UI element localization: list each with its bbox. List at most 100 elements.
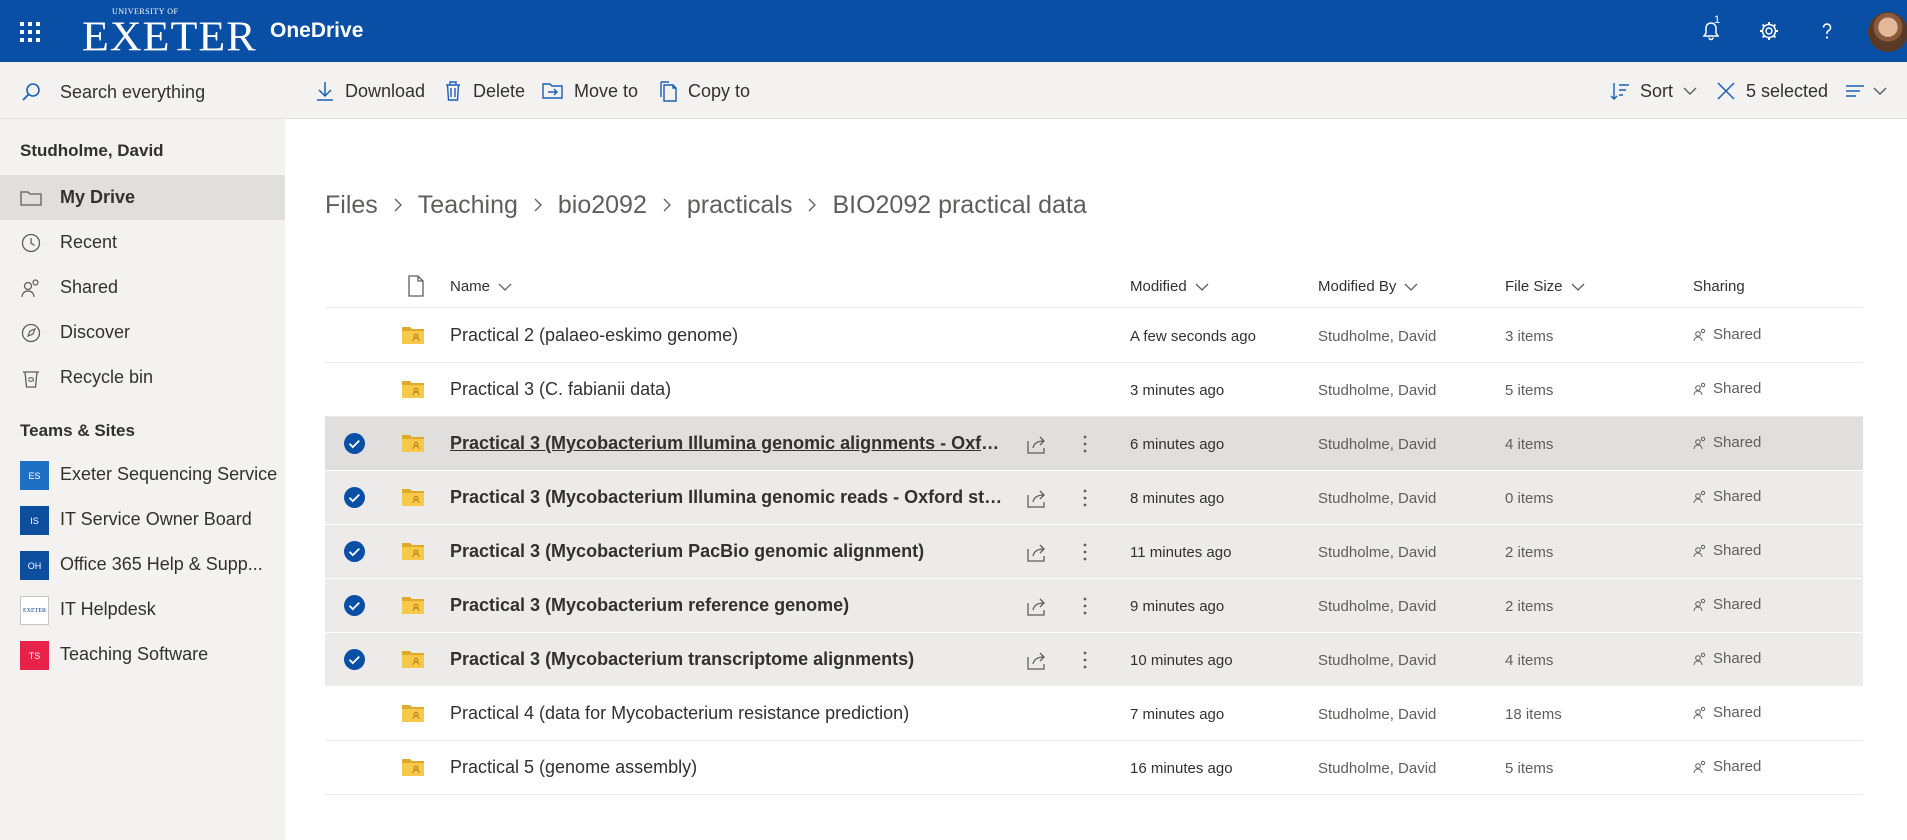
sidebar-site-exeter-sequencing[interactable]: ES Exeter Sequencing Service — [0, 452, 285, 497]
exeter-logo[interactable]: UNIVERSITY OF EXETER — [82, 3, 256, 59]
sidebar-item-discover[interactable]: Discover — [0, 310, 285, 355]
file-size: 5 items — [1505, 382, 1554, 399]
modified-by[interactable]: Studholme, David — [1318, 598, 1436, 615]
view-options-button[interactable] — [1845, 76, 1887, 106]
checkmark-circle-icon[interactable] — [343, 648, 366, 671]
sidebar-site-office-365-help[interactable]: OH Office 365 Help & Supp... — [0, 542, 285, 587]
file-name-link[interactable]: Practical 5 (genome assembly) — [450, 757, 697, 778]
checkmark-circle-icon[interactable] — [343, 432, 366, 455]
download-button[interactable]: Download — [315, 76, 425, 106]
file-name-link[interactable]: Practical 3 (Mycobacterium transcriptome… — [450, 649, 914, 670]
file-type-column-header[interactable] — [399, 275, 425, 297]
modified-by[interactable]: Studholme, David — [1318, 544, 1436, 561]
sidebar-item-my-drive[interactable]: My Drive — [0, 175, 285, 220]
modified-by[interactable]: Studholme, David — [1318, 436, 1436, 453]
file-name-link[interactable]: Practical 3 (Mycobacterium Illumina geno… — [450, 433, 1010, 454]
delete-button[interactable]: Delete — [443, 76, 525, 106]
more-vertical-icon[interactable] — [1073, 432, 1097, 456]
sidebar-site-teaching-software[interactable]: TS Teaching Software — [0, 632, 285, 677]
app-name[interactable]: OneDrive — [270, 19, 363, 43]
notifications-button[interactable]: 1 — [1695, 14, 1727, 47]
sidebar-item-shared[interactable]: Shared — [0, 265, 285, 310]
people-icon — [1693, 760, 1706, 773]
sharing-status[interactable]: Shared — [1693, 434, 1761, 451]
sharing-status[interactable]: Shared — [1693, 596, 1761, 613]
sharing-status[interactable]: Shared — [1693, 704, 1761, 721]
name-column-header[interactable]: Name — [450, 278, 512, 295]
sidebar-site-it-service-owner-board[interactable]: IS IT Service Owner Board — [0, 497, 285, 542]
sharing-column-header[interactable]: Sharing — [1693, 278, 1745, 295]
breadcrumb-teaching[interactable]: Teaching — [418, 191, 518, 220]
file-row[interactable]: Practical 4 (data for Mycobacterium resi… — [325, 687, 1863, 741]
breadcrumb-files[interactable]: Files — [325, 191, 378, 220]
breadcrumb-practicals[interactable]: practicals — [687, 191, 793, 220]
share-icon[interactable] — [1025, 486, 1049, 510]
move-to-button[interactable]: Move to — [542, 76, 638, 106]
sidebar-item-recycle-bin[interactable]: Recycle bin — [0, 355, 285, 400]
sidebar-item-label: Exeter Sequencing Service — [60, 464, 278, 484]
file-row[interactable]: Practical 3 (Mycobacterium Illumina geno… — [325, 471, 1863, 525]
sharing-status[interactable]: Shared — [1693, 326, 1761, 343]
modified-by[interactable]: Studholme, David — [1318, 706, 1436, 723]
file-row[interactable]: Practical 5 (genome assembly) 16 minutes … — [325, 741, 1863, 795]
people-icon — [1693, 706, 1706, 719]
file-size: 4 items — [1505, 652, 1554, 669]
file-size-column-header[interactable]: File Size — [1505, 278, 1585, 295]
copy-to-button[interactable]: Copy to — [658, 76, 750, 106]
modified-by[interactable]: Studholme, David — [1318, 382, 1436, 399]
modified-column-header[interactable]: Modified — [1130, 278, 1209, 295]
sharing-status[interactable]: Shared — [1693, 488, 1761, 505]
sidebar-item-recent[interactable]: Recent — [0, 220, 285, 265]
sharing-status[interactable]: Shared — [1693, 380, 1761, 397]
column-label: Name — [450, 278, 491, 295]
file-name-link[interactable]: Practical 3 (Mycobacterium PacBio genomi… — [450, 541, 924, 562]
share-icon[interactable] — [1025, 432, 1049, 456]
file-row[interactable]: Practical 3 (Mycobacterium transcriptome… — [325, 633, 1863, 687]
modified-by[interactable]: Studholme, David — [1318, 490, 1436, 507]
more-vertical-icon[interactable] — [1073, 648, 1097, 672]
modified-by[interactable]: Studholme, David — [1318, 652, 1436, 669]
history-icon — [21, 233, 41, 253]
file-name-link[interactable]: Practical 3 (Mycobacterium Illumina geno… — [450, 487, 1010, 508]
checkmark-circle-icon[interactable] — [343, 540, 366, 563]
share-icon[interactable] — [1025, 540, 1049, 564]
more-vertical-icon[interactable] — [1073, 540, 1097, 564]
file-name-link[interactable]: Practical 4 (data for Mycobacterium resi… — [450, 703, 909, 724]
sharing-status[interactable]: Shared — [1693, 758, 1761, 775]
sharing-label: Shared — [1713, 758, 1762, 775]
help-button[interactable] — [1811, 15, 1843, 47]
search-box[interactable]: Search everything — [20, 78, 205, 106]
file-name-link[interactable]: Practical 2 (palaeo-eskimo genome) — [450, 325, 738, 346]
modified-by-column-header[interactable]: Modified By — [1318, 278, 1418, 295]
sidebar-item-label: Recycle bin — [60, 367, 154, 387]
user-avatar[interactable] — [1868, 12, 1907, 52]
modified-by[interactable]: Studholme, David — [1318, 760, 1436, 777]
chevron-down-icon — [498, 283, 512, 291]
clear-selection-button[interactable]: 5 selected — [1716, 76, 1828, 106]
sort-label: Sort — [1640, 80, 1674, 101]
breadcrumb-bio2092[interactable]: bio2092 — [558, 191, 647, 220]
more-vertical-icon[interactable] — [1073, 594, 1097, 618]
file-name-link[interactable]: Practical 3 (Mycobacterium reference gen… — [450, 595, 849, 616]
sort-button[interactable]: Sort — [1610, 76, 1697, 106]
search-input[interactable]: Search everything — [60, 82, 205, 103]
file-row[interactable]: Practical 3 (Mycobacterium Illumina geno… — [325, 417, 1863, 471]
modified-by[interactable]: Studholme, David — [1318, 328, 1436, 345]
shared-folder-icon — [402, 381, 424, 398]
file-row[interactable]: Practical 2 (palaeo-eskimo genome) A few … — [325, 309, 1863, 363]
share-icon[interactable] — [1025, 648, 1049, 672]
settings-button[interactable] — [1753, 15, 1785, 47]
sharing-status[interactable]: Shared — [1693, 650, 1761, 667]
checkmark-circle-icon[interactable] — [343, 486, 366, 509]
checkmark-circle-icon[interactable] — [343, 594, 366, 617]
app-launcher-icon[interactable] — [14, 16, 46, 48]
more-vertical-icon[interactable] — [1073, 486, 1097, 510]
chevron-down-icon — [1195, 283, 1209, 291]
share-icon[interactable] — [1025, 594, 1049, 618]
file-row[interactable]: Practical 3 (Mycobacterium PacBio genomi… — [325, 525, 1863, 579]
file-name-link[interactable]: Practical 3 (C. fabianii data) — [450, 379, 671, 400]
sidebar-site-it-helpdesk[interactable]: EXETER IT Helpdesk — [0, 587, 285, 632]
sharing-status[interactable]: Shared — [1693, 542, 1761, 559]
file-row[interactable]: Practical 3 (Mycobacterium reference gen… — [325, 579, 1863, 633]
file-row[interactable]: Practical 3 (C. fabianii data) 3 minutes … — [325, 363, 1863, 417]
